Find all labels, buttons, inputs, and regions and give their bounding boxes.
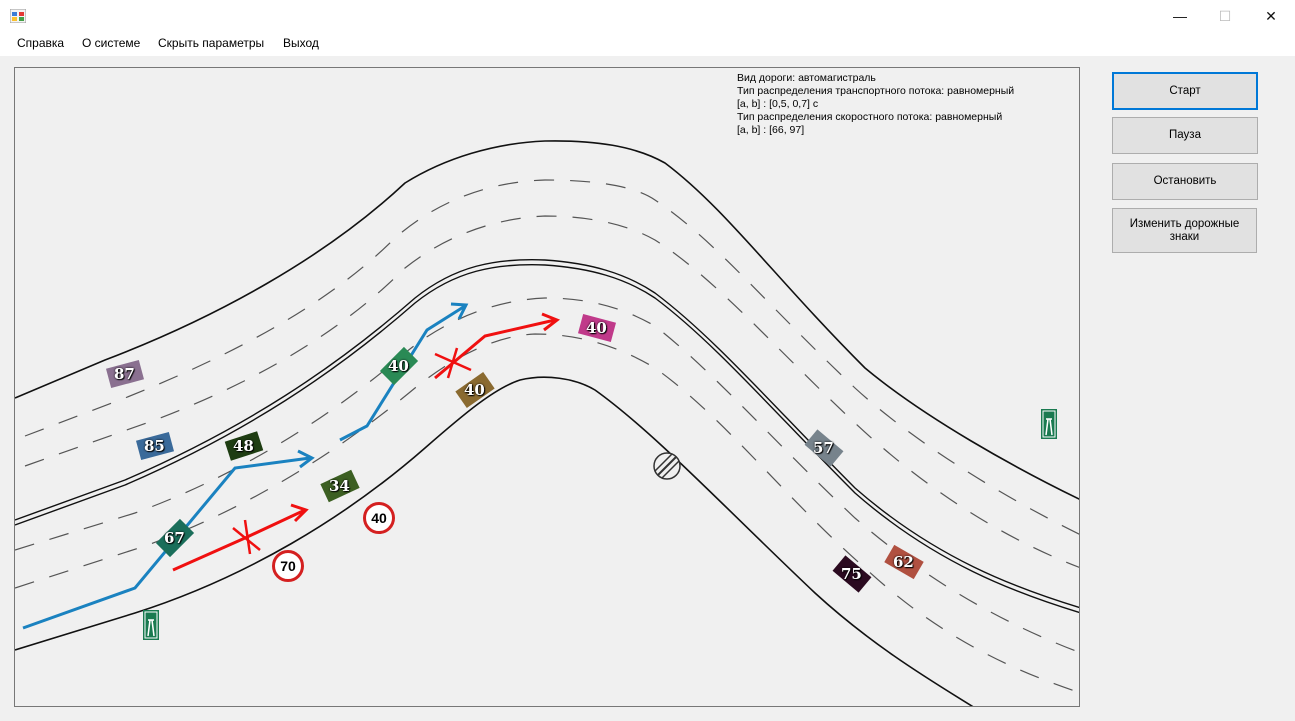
lane-line-2 (24, 215, 1079, 568)
car-speed-label: 34 (329, 477, 350, 495)
car-speed-label: 87 (114, 365, 135, 383)
parameters-panel: Вид дороги: автомагистраль Тип распредел… (737, 72, 1014, 137)
blocked-cross-1 (232, 519, 261, 555)
menu-about[interactable]: О системе (82, 36, 140, 50)
menu-help[interactable]: Справка (17, 36, 64, 50)
simulation-canvas: 87 85 48 40 40 40 34 67 57 75 62 70 40 Вид дороги:… (14, 67, 1080, 707)
speed-limit-sign-70: 70 (272, 550, 304, 582)
car-speed-label: 48 (233, 437, 254, 455)
traffic-distribution-text: Тип распределения транспортного потока: … (737, 85, 1015, 97)
traffic-interval-text: [a, b] : [0,5, 0,7] c (737, 98, 819, 110)
minimize-button[interactable]: — (1157, 0, 1203, 32)
car-speed-label: 40 (586, 319, 607, 337)
car-speed-label: 57 (813, 439, 834, 457)
lane-line-1 (24, 179, 1079, 535)
car-speed-label: 40 (388, 357, 409, 375)
maximize-button[interactable]: ☐ (1202, 0, 1248, 32)
start-button[interactable]: Старт (1112, 72, 1258, 110)
app-icon (10, 9, 26, 23)
median-line-a (15, 259, 1079, 609)
menu-bar: Справка О системе Скрыть параметры Выход (0, 32, 1295, 56)
lane-line-4 (15, 333, 1079, 693)
stop-button[interactable]: Остановить (1112, 163, 1258, 200)
car-speed-label: 62 (893, 553, 914, 571)
end-restrictions-sign (653, 452, 681, 480)
menu-exit[interactable]: Выход (283, 36, 319, 50)
road-type-text: Вид дороги: автомагистраль (737, 72, 876, 84)
blocked-arrow-2 (434, 318, 556, 380)
speed-distribution-text: Тип распределения скоростного потока: ра… (737, 111, 1003, 123)
menu-hide-params[interactable]: Скрыть параметры (158, 36, 264, 50)
car-speed-label: 85 (144, 437, 165, 455)
highway-sign-icon (1041, 409, 1057, 439)
change-signs-button[interactable]: Изменить дорожные знаки (1112, 208, 1257, 253)
speed-limit-sign-40: 40 (363, 502, 395, 534)
car-speed-label: 40 (464, 381, 485, 399)
title-bar: — ☐ ✕ (0, 0, 1295, 32)
car-speed-label: 75 (841, 565, 862, 583)
highway-sign-icon (143, 610, 159, 640)
close-button[interactable]: ✕ (1248, 0, 1294, 32)
speed-interval-text: [a, b] : [66, 97] (737, 124, 805, 136)
road-scene (15, 140, 1079, 706)
car-speed-label: 67 (164, 529, 185, 547)
pause-button[interactable]: Пауза (1112, 117, 1258, 154)
